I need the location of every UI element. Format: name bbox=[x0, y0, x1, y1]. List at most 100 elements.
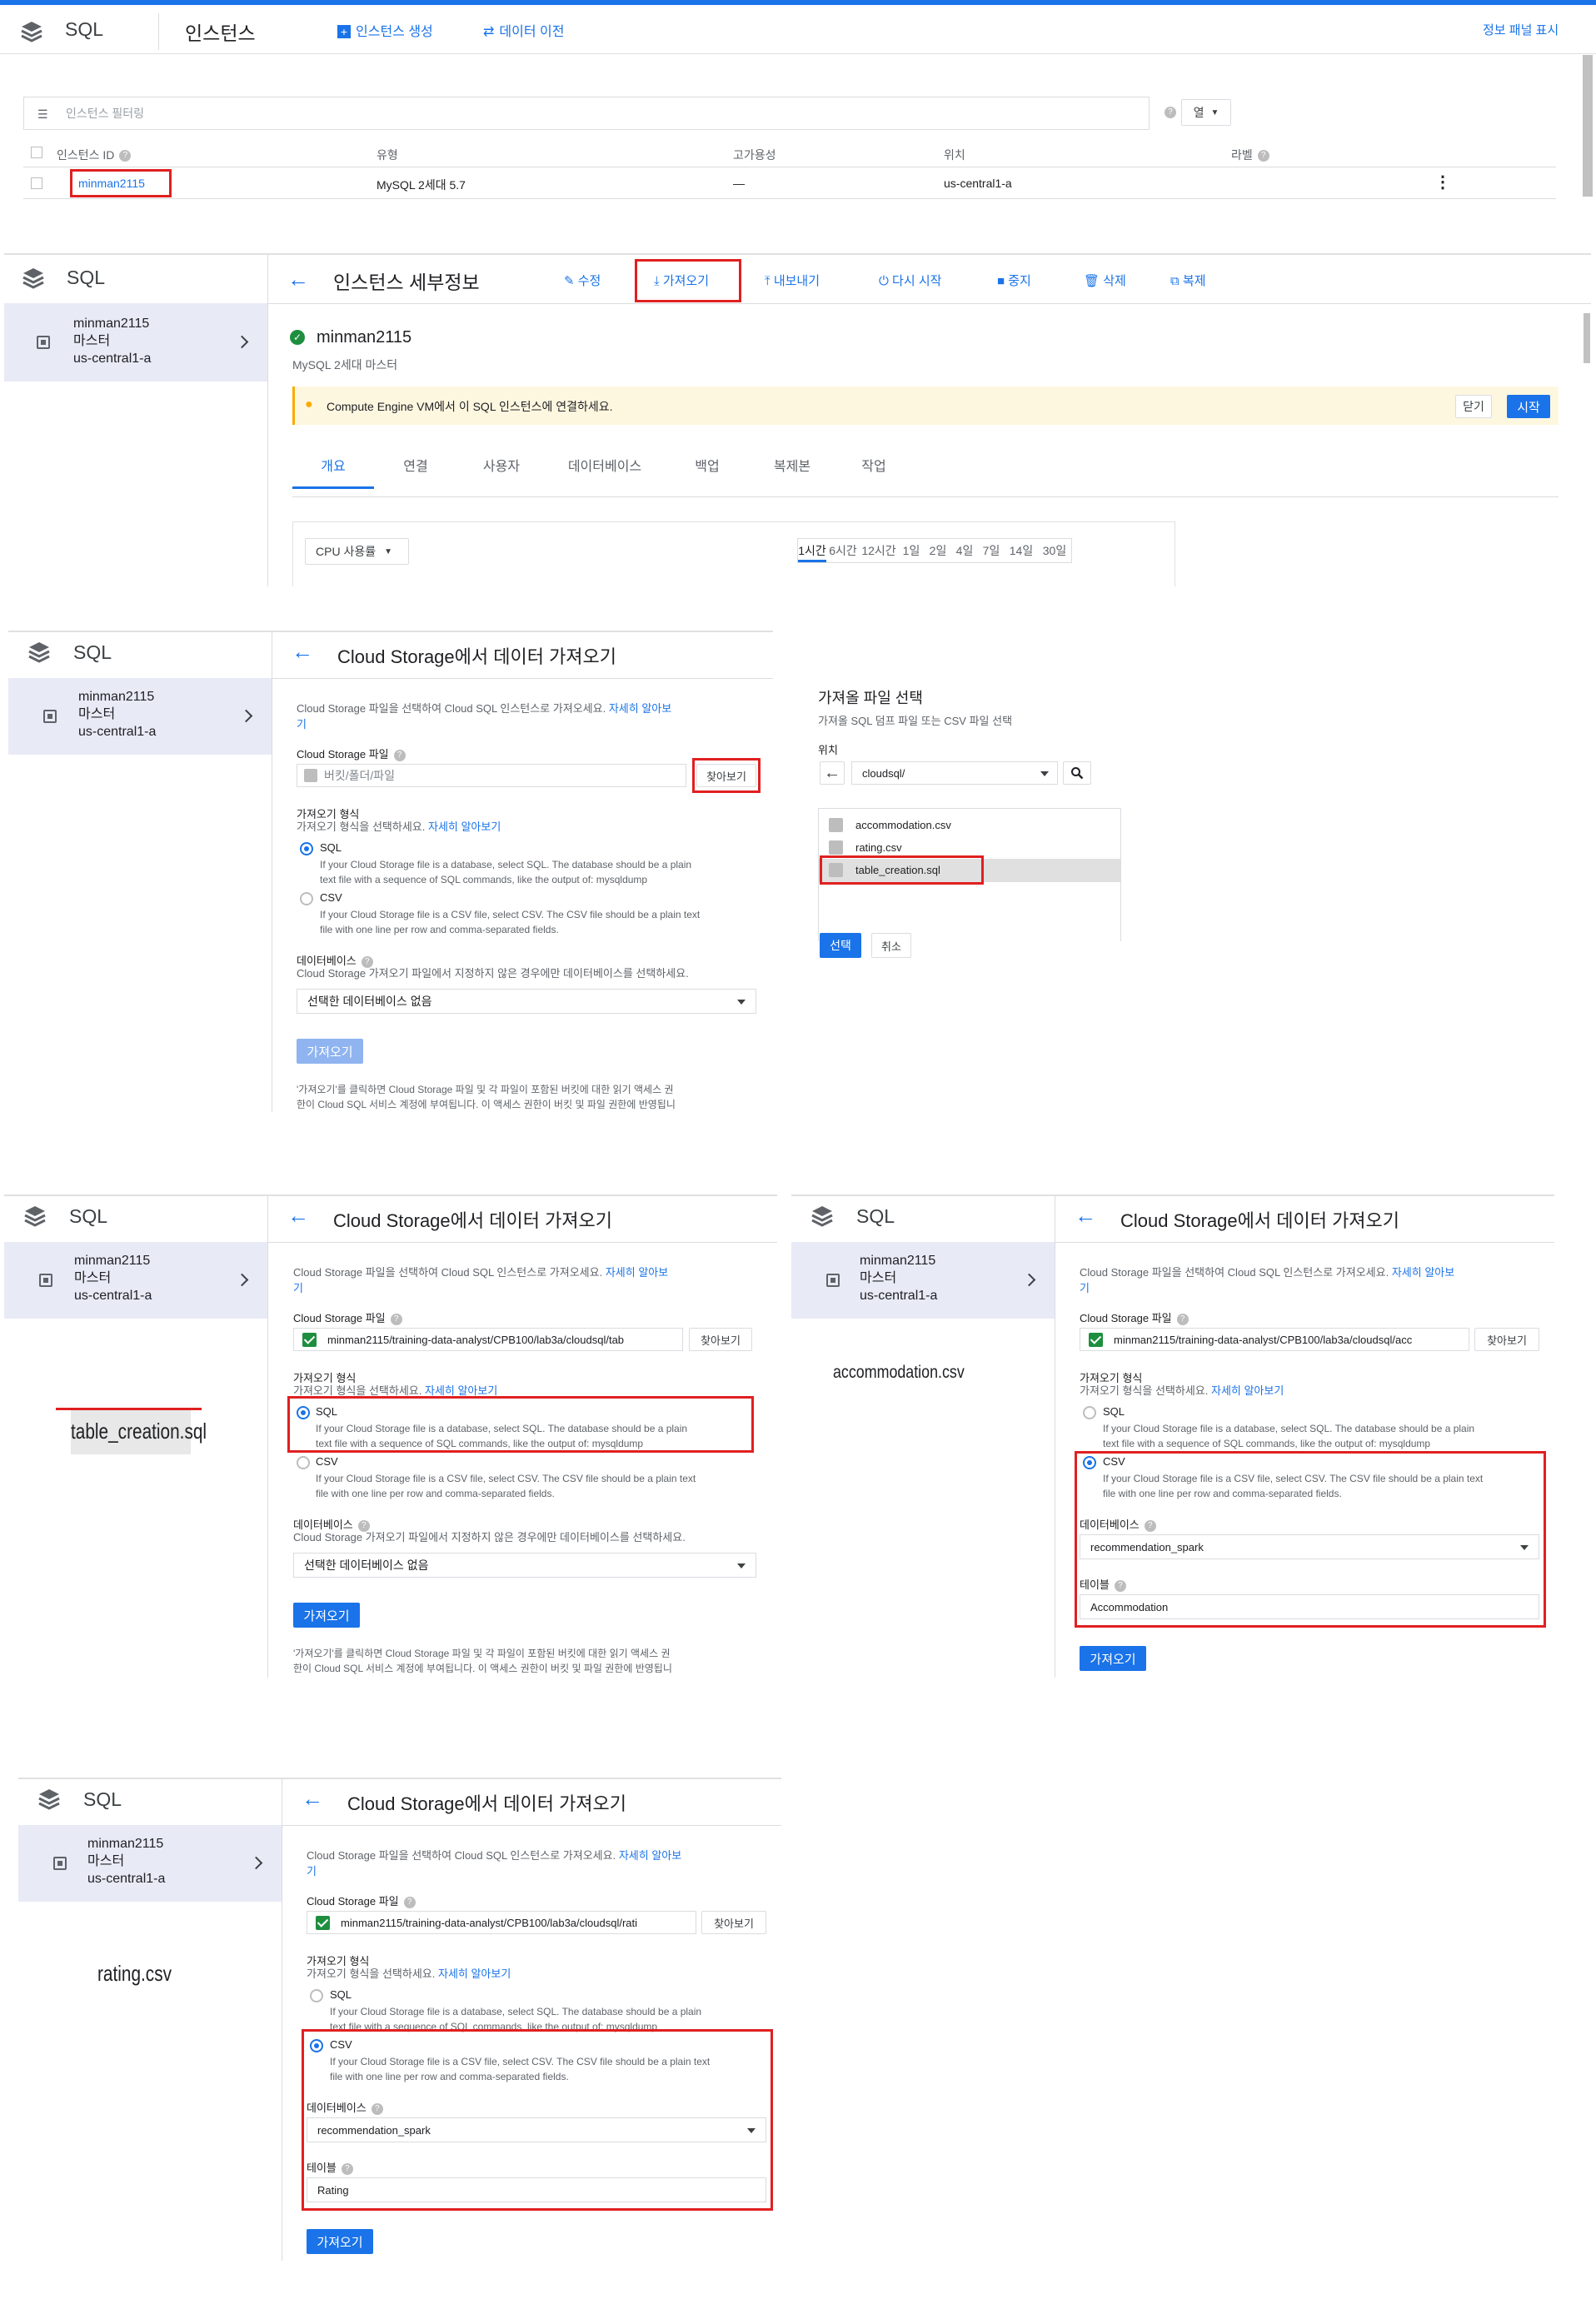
tab-backups[interactable]: 백업 bbox=[664, 455, 751, 489]
csv-description: If your Cloud Storage file is a CSV file… bbox=[316, 1473, 696, 1499]
file-path-input[interactable]: minman2115/training-data-analyst/CPB100/… bbox=[293, 1328, 683, 1351]
create-instance-button[interactable]: + 인스턴스 생성 bbox=[337, 20, 433, 40]
migrate-data-button[interactable]: ⇄ 데이터 이전 bbox=[483, 20, 564, 40]
tab-users[interactable]: 사용자 bbox=[457, 455, 546, 489]
delete-button[interactable]: 🗑 삭제 bbox=[1084, 272, 1126, 289]
file-item[interactable]: accommodation.csv bbox=[819, 814, 1120, 836]
location-select[interactable]: cloudsql/ bbox=[851, 761, 1058, 785]
database-select[interactable]: 선택한 데이터베이스 없음 bbox=[293, 1553, 756, 1578]
import-submit-button[interactable]: 가져오기 bbox=[1080, 1646, 1146, 1671]
help-icon: ? bbox=[341, 2162, 353, 2175]
clone-button[interactable]: ⧉ 복제 bbox=[1170, 272, 1206, 289]
back-arrow-icon[interactable]: ← bbox=[287, 1203, 309, 1229]
tab-connections[interactable]: 연결 bbox=[374, 455, 457, 489]
instance-icon bbox=[826, 1274, 840, 1287]
browse-button[interactable]: 찾아보기 bbox=[1474, 1328, 1539, 1351]
help-icon: ? bbox=[1257, 150, 1269, 162]
import-button[interactable]: ⤓ 가져오기 bbox=[654, 272, 709, 289]
sql-radio[interactable] bbox=[1083, 1406, 1096, 1419]
file-path-input[interactable]: 버킷/폴더/파일 bbox=[297, 764, 686, 787]
swap-icon: ⇄ bbox=[483, 25, 495, 39]
database-select[interactable]: 선택한 데이터베이스 없음 bbox=[297, 989, 756, 1014]
tab-operations[interactable]: 작업 bbox=[834, 455, 914, 489]
sidebar-item-instance[interactable]: minman2115 마스터 us-central1-a bbox=[791, 1242, 1055, 1319]
sidebar-item-instance[interactable]: minman2115 마스터 us-central1-a bbox=[4, 1242, 267, 1319]
select-all-checkbox[interactable] bbox=[31, 147, 42, 158]
range-12h[interactable]: 12시간 bbox=[860, 539, 898, 562]
sidebar-item-instance[interactable]: minman2115 마스터 us-central1-a bbox=[4, 303, 267, 382]
instance-id-link[interactable]: minman2115 bbox=[78, 177, 145, 190]
row-checkbox[interactable] bbox=[31, 177, 42, 189]
chevron-right-icon bbox=[235, 1273, 249, 1287]
database-select[interactable]: recommendation_spark bbox=[307, 2117, 766, 2142]
search-button[interactable] bbox=[1063, 761, 1091, 785]
import-submit-button[interactable]: 가져오기 bbox=[307, 2229, 373, 2254]
file-path-input[interactable]: minman2115/training-data-analyst/CPB100/… bbox=[307, 1911, 696, 1934]
file-item[interactable]: rating.csv bbox=[819, 836, 1120, 859]
power-icon: ⏻ bbox=[879, 274, 893, 288]
tab-replicas[interactable]: 복제본 bbox=[751, 455, 834, 489]
more-vert-icon[interactable]: ⋮ bbox=[1434, 172, 1451, 192]
range-30d[interactable]: 30일 bbox=[1038, 539, 1071, 562]
edit-button[interactable]: ✎ 수정 bbox=[564, 272, 601, 289]
back-arrow-icon[interactable]: ← bbox=[292, 639, 313, 665]
sidebar-instance-zone: us-central1-a bbox=[74, 1289, 152, 1303]
browse-button[interactable]: 찾아보기 bbox=[689, 1328, 752, 1351]
file-icon bbox=[304, 769, 317, 782]
sql-radio[interactable] bbox=[297, 1406, 310, 1419]
export-button[interactable]: ⤒ 내보내기 bbox=[765, 272, 820, 289]
range-1h[interactable]: 1시간 bbox=[798, 539, 826, 562]
columns-button[interactable]: 열 ▼ bbox=[1181, 99, 1231, 126]
back-arrow-icon[interactable]: ← bbox=[302, 1786, 323, 1812]
filter-input[interactable]: ☰ 인스턴스 필터링 bbox=[23, 97, 1150, 130]
table-input[interactable]: Rating bbox=[307, 2177, 766, 2202]
browse-button[interactable]: 찾아보기 bbox=[701, 1911, 766, 1934]
scrollbar[interactable] bbox=[1583, 55, 1593, 197]
range-14d[interactable]: 14일 bbox=[1005, 539, 1038, 562]
restart-button[interactable]: ⏻ 다시 시작 bbox=[879, 272, 941, 289]
learn-more-link[interactable]: 자세히 알아보기 bbox=[428, 820, 501, 833]
instance-icon bbox=[39, 1274, 52, 1287]
csv-radio[interactable] bbox=[1083, 1456, 1096, 1469]
csv-radio[interactable] bbox=[300, 892, 313, 905]
scrollbar[interactable] bbox=[1584, 313, 1590, 363]
cancel-button[interactable]: 취소 bbox=[871, 933, 911, 958]
file-path-input[interactable]: minman2115/training-data-analyst/CPB100/… bbox=[1080, 1328, 1469, 1351]
range-1d[interactable]: 1일 bbox=[898, 539, 925, 562]
import-submit-button[interactable]: 가져오기 bbox=[297, 1039, 363, 1064]
help-icon: ? bbox=[403, 1896, 416, 1908]
csv-radio[interactable] bbox=[297, 1456, 310, 1469]
help-icon: ? bbox=[1144, 1519, 1156, 1532]
sidebar-instance-role: 마스터 bbox=[860, 1271, 897, 1285]
sidebar-item-instance[interactable]: minman2115 마스터 us-central1-a bbox=[18, 1825, 282, 1902]
close-banner-button[interactable]: 닫기 bbox=[1455, 395, 1492, 418]
tab-databases[interactable]: 데이터베이스 bbox=[546, 455, 664, 489]
sql-radio[interactable] bbox=[310, 1989, 323, 2002]
tab-overview[interactable]: 개요 bbox=[292, 455, 374, 489]
instance-icon bbox=[53, 1857, 67, 1870]
table-input[interactable]: Accommodation bbox=[1080, 1594, 1539, 1619]
range-4d[interactable]: 4일 bbox=[951, 539, 978, 562]
learn-more-link[interactable]: 자세히 알아보 bbox=[609, 702, 671, 715]
file-item-selected[interactable]: table_creation.sql bbox=[819, 859, 1120, 882]
back-arrow-icon[interactable]: ← bbox=[287, 267, 309, 292]
select-button[interactable]: 선택 bbox=[820, 933, 861, 958]
start-button[interactable]: 시작 bbox=[1507, 395, 1550, 418]
database-select[interactable]: recommendation_spark bbox=[1080, 1534, 1539, 1559]
metric-select[interactable]: CPU 사용률 ▼ bbox=[305, 538, 409, 565]
sidebar-item-instance[interactable]: minman2115 마스터 us-central1-a bbox=[8, 678, 272, 755]
back-arrow-icon[interactable]: ← bbox=[1075, 1203, 1096, 1229]
help-icon: ? bbox=[119, 150, 132, 162]
range-7d[interactable]: 7일 bbox=[978, 539, 1005, 562]
stop-button[interactable]: ■ 중지 bbox=[997, 272, 1031, 289]
info-panel-toggle[interactable]: 정보 패널 표시 bbox=[1483, 21, 1559, 38]
col-header-id: 인스턴스 ID? bbox=[57, 147, 132, 163]
import-submit-button[interactable]: 가져오기 bbox=[293, 1603, 360, 1628]
back-arrow-icon[interactable]: ← bbox=[820, 761, 845, 785]
range-2d[interactable]: 2일 bbox=[925, 539, 951, 562]
sql-radio[interactable] bbox=[300, 842, 313, 855]
browse-button[interactable]: 찾아보기 bbox=[696, 764, 756, 787]
range-6h[interactable]: 6시간 bbox=[826, 539, 860, 562]
csv-radio[interactable] bbox=[310, 2039, 323, 2052]
app-title: SQL bbox=[83, 1788, 122, 1810]
